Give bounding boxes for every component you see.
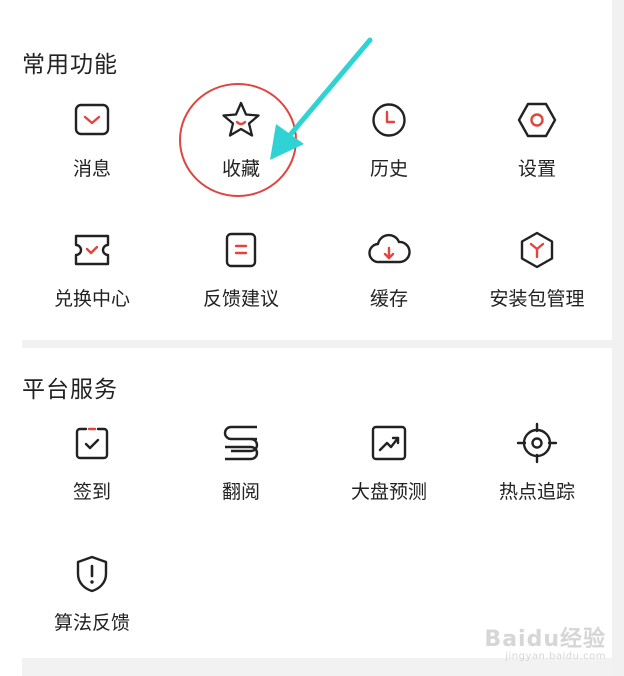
target-icon: [515, 421, 559, 465]
menu-item-label: 翻阅: [221, 481, 260, 503]
section-title-platform: 平台服务: [22, 377, 118, 403]
menu-item-label: 缓存: [369, 288, 408, 310]
trend-chart-icon: [367, 421, 411, 465]
menu-item-label: 签到: [72, 481, 111, 503]
shield-alert-icon: [70, 552, 114, 596]
checkin-icon: [70, 421, 114, 465]
hexagon-settings-icon: [515, 98, 559, 142]
menu-item-label: 算法反馈: [53, 612, 130, 634]
menu-item-feedback[interactable]: 反馈建议: [176, 228, 306, 328]
menu-item-algorithm-feedback[interactable]: 算法反馈: [27, 552, 157, 652]
right-edge-strip: [612, 0, 624, 676]
menu-item-package-manager[interactable]: 安装包管理: [472, 228, 602, 328]
menu-item-messages[interactable]: 消息: [27, 98, 157, 198]
menu-item-settings[interactable]: 设置: [472, 98, 602, 198]
baidu-watermark: Baidu经验 jingyan.baidu.com: [484, 621, 606, 662]
menu-item-cache[interactable]: 缓存: [324, 228, 454, 328]
section-title-common: 常用功能: [22, 52, 118, 78]
menu-item-label: 安装包管理: [489, 288, 585, 310]
menu-item-label: 大盘预测: [350, 481, 427, 503]
cloud-download-icon: [367, 228, 411, 272]
menu-item-redeem-center[interactable]: 兑换中心: [27, 228, 157, 328]
feedback-icon: [219, 228, 263, 272]
menu-item-label: 热点追踪: [498, 481, 575, 503]
watermark-logo: Baidu经验: [484, 627, 606, 652]
message-icon: [70, 98, 114, 142]
ticket-icon: [70, 228, 114, 272]
reading-icon: [219, 421, 263, 465]
menu-item-label: 设置: [517, 158, 556, 180]
menu-item-hot-tracking[interactable]: 热点追踪: [472, 421, 602, 521]
menu-item-checkin[interactable]: 签到: [27, 421, 157, 521]
menu-item-label: 反馈建议: [202, 288, 279, 310]
menu-item-label: 兑换中心: [53, 288, 130, 310]
menu-item-reading[interactable]: 翻阅: [176, 421, 306, 521]
section-divider: [22, 340, 612, 348]
annotation-arrow-icon: [270, 37, 373, 160]
menu-item-market-forecast[interactable]: 大盘预测: [324, 421, 454, 521]
menu-item-label: 消息: [72, 158, 111, 180]
package-icon: [515, 228, 559, 272]
